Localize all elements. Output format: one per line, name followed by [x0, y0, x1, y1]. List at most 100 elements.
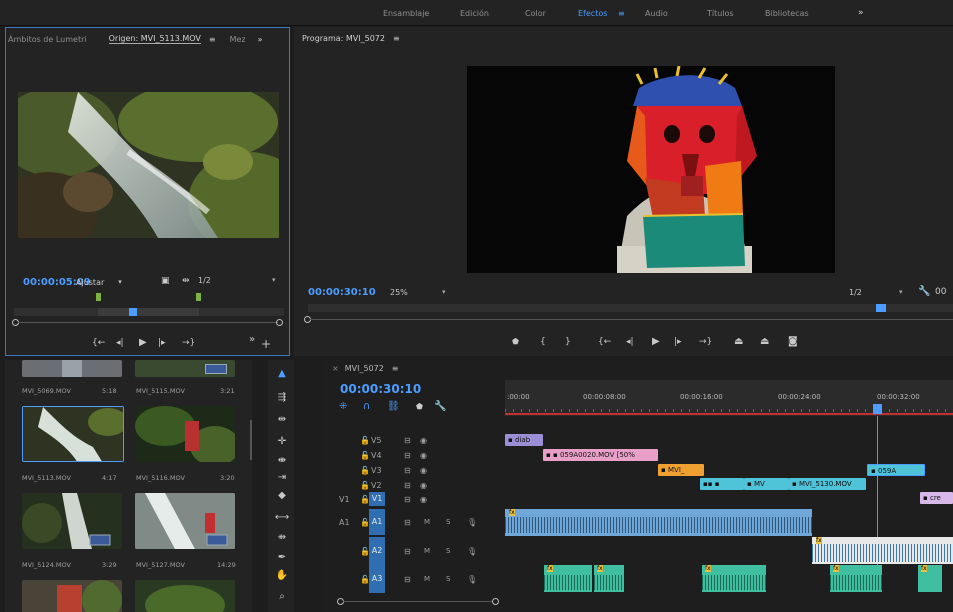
- source-time-ruler[interactable]: [14, 308, 284, 316]
- pen-tool-icon[interactable]: ⇻: [274, 532, 290, 543]
- solo-button[interactable]: S: [446, 547, 450, 555]
- timeline-ruler[interactable]: :00:00 00:00:08:00 00:00:16:00 00:00:24:…: [505, 380, 953, 416]
- clip-thumbnail[interactable]: [135, 406, 235, 462]
- timeline-zoom-bar[interactable]: [343, 601, 493, 602]
- add-marker-timeline-icon[interactable]: ⬟: [416, 402, 423, 411]
- workspace-efectos[interactable]: Efectos: [578, 9, 607, 18]
- sync-lock-icon[interactable]: ⊟: [404, 466, 411, 475]
- sync-lock-icon[interactable]: ⊟: [404, 481, 411, 490]
- clip-thumbnail[interactable]: [135, 360, 235, 377]
- audio-clip-a3[interactable]: fx: [544, 565, 592, 592]
- zoom-tool-icon[interactable]: ⌕: [274, 591, 290, 602]
- linked-selection-icon[interactable]: ⛓: [387, 401, 400, 412]
- lock-icon[interactable]: 🔓: [360, 451, 370, 460]
- program-title[interactable]: Programa: MVI_5072: [302, 34, 385, 43]
- bin-scrollbar[interactable]: [250, 420, 252, 460]
- rolling-edit-tool-icon[interactable]: ✛: [274, 436, 290, 447]
- selection-tool-icon[interactable]: ▲: [274, 368, 290, 379]
- zoom-chevron-icon[interactable]: ▾: [442, 288, 446, 296]
- pen-icon[interactable]: ✒: [274, 552, 290, 563]
- workspace-edicion[interactable]: Edición: [460, 9, 489, 18]
- sync-lock-icon[interactable]: ⊟: [404, 451, 411, 460]
- workspace-titulos[interactable]: Títulos: [707, 9, 734, 18]
- eye-icon[interactable]: ◉: [420, 466, 427, 475]
- extract-icon[interactable]: ⏏: [760, 336, 769, 347]
- workspace-ensamblaje[interactable]: Ensamblaje: [383, 9, 429, 18]
- lock-icon[interactable]: 🔓: [360, 436, 370, 445]
- tab-source[interactable]: Origen: MVI_5113.MOV: [108, 34, 201, 44]
- out-point-marker[interactable]: [196, 293, 201, 301]
- timeline-clip[interactable]: ▪ MV: [744, 478, 789, 490]
- track-target-a2[interactable]: A2: [369, 537, 385, 565]
- eye-icon[interactable]: ◉: [420, 451, 427, 460]
- source-patch-v1[interactable]: V1: [339, 495, 350, 504]
- razor-tool-icon[interactable]: ◆: [274, 490, 290, 501]
- program-time-ruler[interactable]: [308, 304, 953, 312]
- track-target-v1[interactable]: V1: [369, 492, 385, 506]
- source-zoom-bar[interactable]: [18, 322, 278, 323]
- snap-icon[interactable]: ∩: [363, 401, 370, 412]
- camera-icon[interactable]: ◙: [788, 336, 798, 347]
- sequence-menu-icon[interactable]: ≡: [392, 364, 399, 373]
- sequence-tab[interactable]: MVI_5072: [345, 364, 384, 373]
- solo-button[interactable]: S: [446, 518, 450, 526]
- audio-clip-a3[interactable]: fx: [830, 565, 882, 592]
- go-to-out-icon[interactable]: →}: [182, 338, 195, 348]
- program-go-to-in-icon[interactable]: {←: [598, 337, 611, 347]
- source-more-icon[interactable]: »: [249, 334, 255, 345]
- step-back-icon[interactable]: ◂|: [116, 338, 124, 348]
- wrench-icon[interactable]: 🔧: [918, 286, 930, 297]
- clip-thumbnail[interactable]: [135, 580, 235, 612]
- microphone-icon[interactable]: 🎙: [467, 518, 477, 527]
- timeline-clip[interactable]: ▪ diab: [505, 434, 543, 446]
- program-step-forward-icon[interactable]: |▸: [674, 337, 682, 347]
- clip-thumbnail-selected[interactable]: [22, 406, 124, 462]
- source-resolution[interactable]: 1/2: [198, 276, 211, 285]
- timeline-playhead-handle[interactable]: [873, 404, 882, 414]
- eye-icon[interactable]: ◉: [420, 436, 427, 445]
- program-timecode[interactable]: 00:00:30:10: [308, 287, 376, 298]
- source-overflow-icon[interactable]: »: [258, 35, 263, 44]
- insert-icon[interactable]: ⇹: [182, 276, 190, 286]
- audio-clip-a3[interactable]: fx: [702, 565, 766, 592]
- close-icon[interactable]: ×: [332, 364, 339, 373]
- source-zoom-handle-right[interactable]: [276, 319, 283, 326]
- clip-thumbnail[interactable]: [22, 360, 122, 377]
- program-zoom-level[interactable]: 25%: [390, 288, 408, 297]
- source-fit-dropdown[interactable]: Ajustar ▾: [76, 275, 150, 289]
- clip-thumbnail[interactable]: [22, 493, 122, 549]
- mute-button[interactable]: M: [424, 575, 430, 583]
- tab-lumetri-scopes[interactable]: Ámbitos de Lumetri: [8, 35, 87, 44]
- add-marker-icon[interactable]: ⬟: [512, 337, 519, 346]
- workspace-overflow-icon[interactable]: »: [858, 8, 864, 18]
- track-target-a3[interactable]: A3: [369, 565, 385, 593]
- resolution-chevron-icon[interactable]: ▾: [272, 276, 276, 284]
- workspace-menu-icon[interactable]: ≡: [618, 9, 625, 18]
- slip-tool-icon[interactable]: ⇥: [274, 472, 290, 483]
- audio-clip-a3[interactable]: fx: [594, 565, 624, 592]
- mute-button[interactable]: M: [424, 547, 430, 555]
- microphone-icon[interactable]: 🎙: [467, 575, 477, 584]
- sync-lock-icon[interactable]: ⊟: [404, 547, 411, 556]
- audio-clip-a2[interactable]: fx: [812, 537, 953, 564]
- clip-thumbnail[interactable]: [22, 580, 122, 612]
- timeline-settings-icon[interactable]: 🔧: [434, 401, 446, 412]
- sync-lock-icon[interactable]: ⊟: [404, 495, 411, 504]
- lift-icon[interactable]: ⏏: [734, 336, 743, 347]
- track-target-a1[interactable]: A1: [369, 509, 385, 535]
- solo-button[interactable]: S: [446, 575, 450, 583]
- sync-lock-icon[interactable]: ⊟: [404, 518, 411, 527]
- sync-lock-icon[interactable]: ⊟: [404, 575, 411, 584]
- eye-icon[interactable]: ◉: [420, 495, 427, 504]
- program-go-to-out-icon[interactable]: →}: [699, 337, 712, 347]
- slide-tool-icon[interactable]: ⟷: [274, 512, 290, 523]
- timeline-clip[interactable]: ▪ MVI_5130.MOV: [789, 478, 866, 490]
- program-play-icon[interactable]: ▶: [652, 336, 660, 347]
- eye-icon[interactable]: ◉: [420, 481, 427, 490]
- step-forward-icon[interactable]: |▸: [158, 338, 166, 348]
- add-button-icon[interactable]: +: [261, 337, 271, 351]
- clip-thumbnail[interactable]: [135, 493, 235, 549]
- ripple-edit-tool-icon[interactable]: ⇹: [274, 414, 290, 425]
- audio-clip-a1[interactable]: fx: [505, 509, 812, 536]
- program-playhead[interactable]: [876, 304, 886, 312]
